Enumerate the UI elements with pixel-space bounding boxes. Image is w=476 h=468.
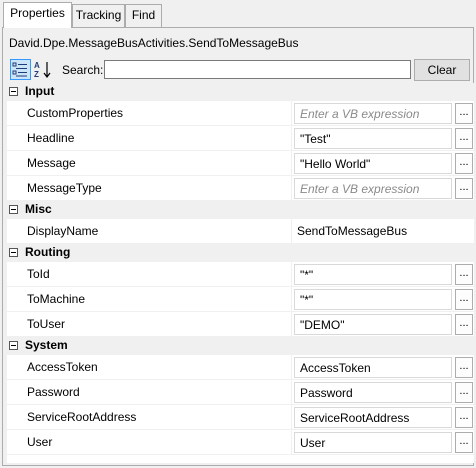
sort-az-icon: A Z bbox=[34, 61, 51, 79]
property-name: User bbox=[27, 435, 53, 449]
categorized-view-icon bbox=[12, 62, 27, 77]
tab-bar: Properties Tracking Find bbox=[0, 0, 476, 28]
property-name: Password bbox=[27, 385, 80, 399]
ellipsis-button[interactable]: ... bbox=[455, 289, 473, 310]
ellipsis-button[interactable]: ... bbox=[455, 153, 473, 174]
collapse-icon[interactable] bbox=[9, 341, 18, 350]
property-name: DisplayName bbox=[27, 224, 99, 238]
property-row-user: User User ... bbox=[7, 430, 474, 455]
column-divider[interactable] bbox=[291, 176, 292, 201]
property-name: MessageType bbox=[27, 181, 102, 195]
property-grid: Input CustomProperties Enter a VB expres… bbox=[7, 83, 474, 463]
column-divider[interactable] bbox=[291, 126, 292, 151]
property-name: Headline bbox=[27, 131, 75, 145]
column-divider[interactable] bbox=[291, 312, 292, 337]
property-row-password: Password Password ... bbox=[7, 380, 474, 405]
expression-input[interactable]: User bbox=[294, 432, 452, 453]
ellipsis-button[interactable]: ... bbox=[455, 314, 473, 335]
property-row-headline: Headline "Test" ... bbox=[7, 126, 474, 151]
property-row-tomachine: ToMachine "*" ... bbox=[7, 287, 474, 312]
tab-tracking[interactable]: Tracking bbox=[72, 4, 125, 27]
expression-input[interactable]: Enter a VB expression bbox=[294, 103, 452, 124]
property-name: ServiceRootAddress bbox=[27, 410, 137, 424]
ellipsis-button[interactable]: ... bbox=[455, 432, 473, 453]
property-row-customproperties: CustomProperties Enter a VB expression .… bbox=[7, 101, 474, 126]
category-label: Routing bbox=[25, 245, 71, 259]
property-name: ToId bbox=[27, 267, 50, 281]
expression-input[interactable]: Password bbox=[294, 382, 452, 403]
tab-find[interactable]: Find bbox=[125, 4, 162, 27]
collapse-icon[interactable] bbox=[9, 248, 18, 257]
activity-type-name: David.Dpe.MessageBusActivities.SendToMes… bbox=[9, 36, 299, 50]
expression-input[interactable]: AccessToken bbox=[294, 357, 452, 378]
property-row-accesstoken: AccessToken AccessToken ... bbox=[7, 355, 474, 380]
column-divider[interactable] bbox=[291, 219, 292, 244]
ellipsis-button[interactable]: ... bbox=[455, 178, 473, 199]
ellipsis-button[interactable]: ... bbox=[455, 103, 473, 124]
expression-input[interactable]: "DEMO" bbox=[294, 314, 452, 335]
property-row-messagetype: MessageType Enter a VB expression ... bbox=[7, 176, 474, 201]
ellipsis-button[interactable]: ... bbox=[455, 382, 473, 403]
property-row-message: Message "Hello World" ... bbox=[7, 151, 474, 176]
column-divider[interactable] bbox=[291, 355, 292, 380]
property-name: CustomProperties bbox=[27, 106, 124, 120]
categorized-view-button[interactable] bbox=[10, 59, 31, 80]
sort-alphabetical-button[interactable]: A Z bbox=[33, 59, 54, 80]
expression-input[interactable]: "*" bbox=[294, 264, 452, 285]
property-row-displayname: DisplayName SendToMessageBus bbox=[7, 219, 474, 244]
expression-input[interactable]: "*" bbox=[294, 289, 452, 310]
ellipsis-button[interactable]: ... bbox=[455, 264, 473, 285]
expression-input[interactable]: Enter a VB expression bbox=[294, 178, 452, 199]
tab-properties[interactable]: Properties bbox=[3, 2, 72, 28]
category-label: Misc bbox=[25, 202, 52, 216]
svg-text:Z: Z bbox=[34, 70, 39, 79]
expression-input[interactable]: ServiceRootAddress bbox=[294, 407, 452, 428]
search-input[interactable] bbox=[104, 60, 411, 79]
property-name: AccessToken bbox=[27, 360, 98, 374]
category-label: Input bbox=[25, 84, 55, 98]
column-divider[interactable] bbox=[291, 101, 292, 126]
column-divider[interactable] bbox=[291, 151, 292, 176]
displayname-value[interactable]: SendToMessageBus bbox=[297, 224, 407, 238]
ellipsis-button[interactable]: ... bbox=[455, 407, 473, 428]
expression-input[interactable]: "Test" bbox=[294, 128, 452, 149]
column-divider[interactable] bbox=[291, 405, 292, 430]
category-system[interactable]: System bbox=[7, 337, 474, 355]
column-divider[interactable] bbox=[291, 430, 292, 455]
property-name: Message bbox=[27, 156, 76, 170]
properties-panel: David.Dpe.MessageBusActivities.SendToMes… bbox=[2, 27, 474, 466]
category-misc[interactable]: Misc bbox=[7, 201, 474, 219]
collapse-icon[interactable] bbox=[9, 205, 18, 214]
column-divider[interactable] bbox=[291, 287, 292, 312]
expression-input[interactable]: "Hello World" bbox=[294, 153, 452, 174]
ellipsis-button[interactable]: ... bbox=[455, 357, 473, 378]
property-name: ToUser bbox=[27, 317, 66, 331]
ellipsis-button[interactable]: ... bbox=[455, 128, 473, 149]
property-name: ToMachine bbox=[27, 292, 86, 306]
clear-button[interactable]: Clear bbox=[414, 59, 470, 81]
svg-text:A: A bbox=[34, 61, 40, 70]
category-routing[interactable]: Routing bbox=[7, 244, 474, 262]
category-input[interactable]: Input bbox=[7, 83, 474, 101]
property-row-touser: ToUser "DEMO" ... bbox=[7, 312, 474, 337]
column-divider[interactable] bbox=[291, 262, 292, 287]
column-divider[interactable] bbox=[291, 380, 292, 405]
property-row-toid: ToId "*" ... bbox=[7, 262, 474, 287]
category-label: System bbox=[25, 338, 68, 352]
collapse-icon[interactable] bbox=[9, 87, 18, 96]
search-label: Search: bbox=[62, 63, 104, 77]
property-row-serviceroot: ServiceRootAddress ServiceRootAddress ..… bbox=[7, 405, 474, 430]
